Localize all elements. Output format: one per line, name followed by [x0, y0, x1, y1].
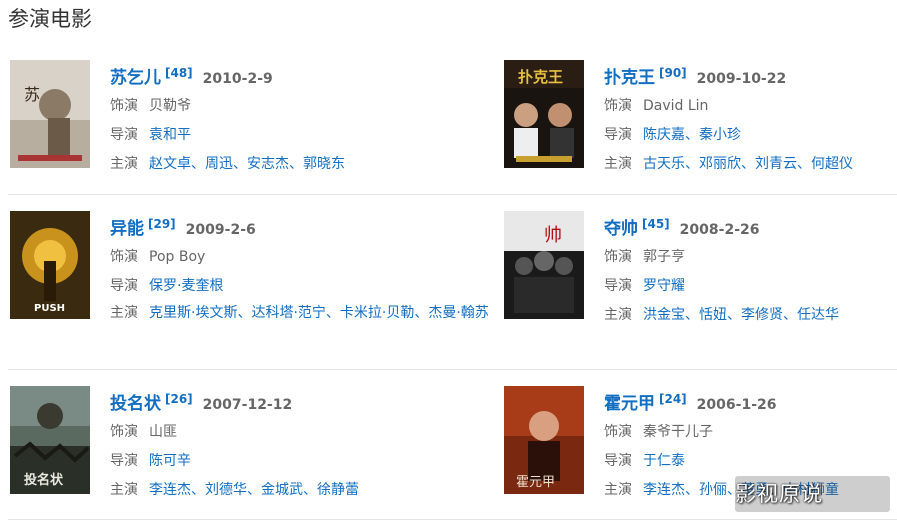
role-label: 饰演 [110, 98, 138, 114]
reference-link[interactable]: [90] [659, 66, 687, 80]
svg-text:PUSH: PUSH [34, 303, 65, 314]
director-label: 导演 [604, 453, 632, 469]
role-label: 饰演 [110, 249, 138, 265]
actor-link[interactable]: 孙俪 [699, 482, 727, 498]
director-label: 导演 [110, 453, 138, 469]
role-value: 贝勒爷 [149, 98, 191, 114]
movie-title-link[interactable]: 苏乞儿 [110, 68, 161, 88]
actor-link[interactable]: 金城武 [261, 482, 303, 498]
divider [8, 519, 897, 520]
director-link[interactable]: 保罗·麦奎根 [149, 278, 223, 294]
movie-title-link[interactable]: 夺帅 [604, 219, 638, 239]
movie-poster[interactable]: 投名状 [10, 386, 90, 494]
director-link[interactable]: 陈可辛 [149, 453, 191, 469]
actor-link[interactable]: 郭晓东 [303, 156, 345, 172]
role-value: Pop Boy [149, 249, 206, 265]
actor-link[interactable]: 李修贤 [741, 307, 783, 323]
section-title: 参演电影 [8, 7, 92, 31]
director-link[interactable]: 袁和平 [149, 127, 191, 143]
actor-link[interactable]: 何超仪 [811, 156, 853, 172]
reference-link[interactable]: [24] [659, 392, 687, 406]
divider [8, 194, 897, 195]
actor-link[interactable]: 洪金宝 [643, 307, 685, 323]
movie-poster[interactable]: 扑克王 [504, 60, 584, 168]
movie-title-link[interactable]: 异能 [110, 219, 144, 239]
director-label: 导演 [110, 127, 138, 143]
actor-link[interactable]: 徐静蕾 [317, 482, 359, 498]
actor-link[interactable]: 达科塔·范宁 [251, 305, 325, 321]
svg-text:苏: 苏 [24, 85, 40, 104]
release-date: 2009-10-22 [696, 71, 787, 87]
role-label: 饰演 [604, 98, 632, 114]
actor-link[interactable]: 杰曼·翰苏 [428, 305, 488, 321]
movie-card: 苏 苏乞儿 [48] 2010-2-9 饰演 贝勒爷 导演 袁和平 主演 赵文卓、周迅、安… [10, 60, 490, 175]
watermark: 影视原说 [735, 482, 823, 506]
reference-link[interactable]: [48] [165, 66, 193, 80]
release-date: 2009-2-6 [185, 222, 256, 238]
actor-link[interactable]: 任达华 [797, 307, 839, 323]
actor-link[interactable]: 卡米拉·贝勒 [340, 305, 414, 321]
starring-label: 主演 [604, 307, 632, 323]
svg-text:帅: 帅 [544, 225, 562, 246]
movie-card: 投名状 投名状 [26] 2007-12-12 饰演 山匪 导演 陈可辛 主演 李连杰、刘… [10, 386, 490, 501]
director-label: 导演 [604, 127, 632, 143]
movie-poster[interactable]: 帅 [504, 211, 584, 319]
reference-link[interactable]: [29] [148, 217, 176, 231]
svg-text:霍元甲: 霍元甲 [516, 475, 555, 490]
release-date: 2010-2-9 [202, 71, 273, 87]
svg-text:扑克王: 扑克王 [518, 68, 563, 86]
role-value: 秦爷干儿子 [643, 424, 713, 440]
starring-label: 主演 [110, 156, 138, 172]
actor-link[interactable]: 古天乐 [643, 156, 685, 172]
movie-card: 帅 夺帅 [45] 2008-2-26 饰演 郭子亨 导演 罗守耀 主演 洪金宝、恬妞、李… [504, 211, 897, 326]
actor-link[interactable]: 李连杰 [643, 482, 685, 498]
movie-title-link[interactable]: 霍元甲 [604, 394, 655, 414]
starring-label: 主演 [604, 156, 632, 172]
movie-title-link[interactable]: 投名状 [110, 394, 161, 414]
actor-link[interactable]: 李连杰 [149, 482, 191, 498]
director-label: 导演 [110, 278, 138, 294]
role-label: 饰演 [604, 249, 632, 265]
actor-link[interactable]: 刘青云 [755, 156, 797, 172]
reference-link[interactable]: [26] [165, 392, 193, 406]
svg-text:投名状: 投名状 [24, 472, 64, 488]
actor-link[interactable]: 克里斯·埃文斯 [149, 305, 237, 321]
movie-card: 扑克王 扑克王 [90] 2009-10-22 饰演 David Lin 导演 陈庆嘉、… [504, 60, 897, 175]
actor-link[interactable]: 刘德华 [205, 482, 247, 498]
movie-title-link[interactable]: 扑克王 [604, 68, 655, 88]
movie-card: PUSH 异能 [29] 2009-2-6 饰演 Pop Boy 导演 保罗·麦奎根 主… [10, 211, 500, 351]
director-link[interactable]: 秦小珍 [699, 127, 741, 143]
starring-label: 主演 [110, 305, 138, 321]
director-link[interactable]: 罗守耀 [643, 278, 685, 294]
actor-link[interactable]: 周迅 [205, 156, 233, 172]
role-label: 饰演 [110, 424, 138, 440]
movie-poster[interactable]: PUSH [10, 211, 90, 319]
director-label: 导演 [604, 278, 632, 294]
director-link[interactable]: 陈庆嘉 [643, 127, 685, 143]
reference-link[interactable]: [45] [642, 217, 670, 231]
director-link[interactable]: 于仁泰 [643, 453, 685, 469]
actor-link[interactable]: 赵文卓 [149, 156, 191, 172]
actor-link[interactable]: 邓丽欣 [699, 156, 741, 172]
starring-label: 主演 [604, 482, 632, 498]
divider [8, 369, 897, 370]
movie-poster[interactable]: 霍元甲 [504, 386, 584, 494]
role-value: 郭子亨 [643, 249, 685, 265]
release-date: 2007-12-12 [202, 397, 293, 413]
role-label: 饰演 [604, 424, 632, 440]
actor-link[interactable]: 安志杰 [247, 156, 289, 172]
release-date: 2006-1-26 [696, 397, 777, 413]
role-value: 山匪 [149, 424, 177, 440]
starring-label: 主演 [110, 482, 138, 498]
role-value: David Lin [643, 98, 709, 114]
release-date: 2008-2-26 [679, 222, 760, 238]
actor-link[interactable]: 恬妞 [699, 307, 727, 323]
movie-poster[interactable]: 苏 [10, 60, 90, 168]
